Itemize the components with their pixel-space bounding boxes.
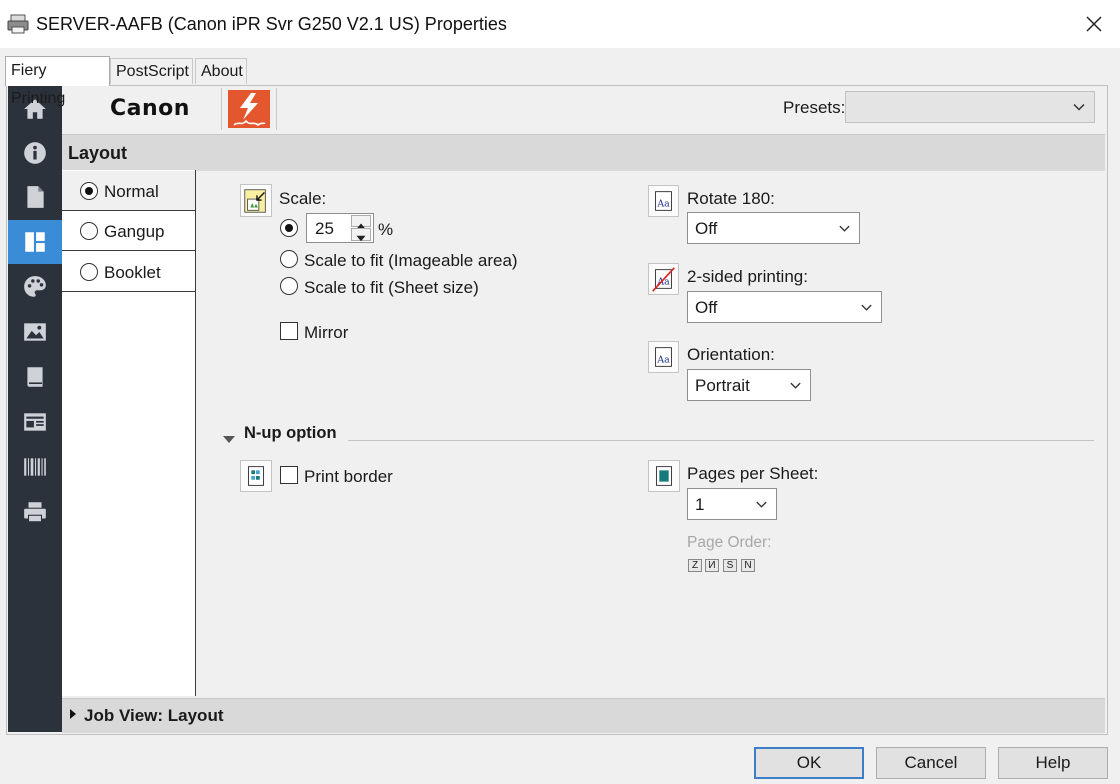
chevron-down-icon	[839, 225, 850, 232]
printer-icon	[24, 502, 46, 523]
mode-label: Gangup	[104, 222, 165, 241]
tab-postscript[interactable]: PostScript	[110, 58, 193, 84]
scale-icon	[240, 184, 272, 217]
mirror-label: Mirror	[304, 323, 349, 342]
print-border-checkbox[interactable]	[280, 466, 298, 484]
duplex-value: Off	[695, 298, 718, 317]
scale-fit-sheet-label: Scale to fit (Sheet size)	[304, 278, 479, 297]
page-order-z-icon[interactable]: Z	[688, 559, 702, 572]
job-view-label: Job View: Layout	[84, 706, 224, 725]
expand-triangle-icon[interactable]	[70, 709, 76, 719]
mirror-checkbox[interactable]	[280, 322, 298, 340]
divider	[221, 88, 222, 130]
divider	[276, 88, 277, 130]
page-order-n-reverse-icon[interactable]: N	[741, 559, 755, 572]
cancel-button[interactable]: Cancel	[876, 747, 986, 779]
collapse-triangle-icon[interactable]	[222, 429, 236, 443]
section-header	[62, 134, 1105, 171]
sidebar-item-document[interactable]	[8, 175, 62, 219]
mode-label: Normal	[104, 182, 159, 201]
help-button[interactable]: Help	[998, 747, 1108, 779]
info-icon	[24, 142, 46, 164]
window-title: SERVER-AAFB (Canon iPR Svr G250 V2.1 US)…	[36, 14, 507, 34]
page-order-label: Page Order:	[687, 534, 772, 551]
triangle-down-icon	[356, 235, 366, 242]
booklet-radio[interactable]	[80, 263, 98, 281]
document-icon	[27, 186, 44, 208]
scale-value: 25	[315, 219, 334, 238]
section-title: Layout	[68, 143, 128, 163]
pages-per-sheet-label: Pages per Sheet:	[687, 464, 819, 483]
close-icon	[1086, 16, 1102, 32]
pages-per-sheet-dropdown[interactable]: 1	[687, 488, 777, 520]
svg-text:Aa: Aa	[656, 199, 670, 210]
chevron-down-icon	[1073, 103, 1085, 111]
fiery-logo-icon	[226, 88, 272, 130]
scale-label: Scale:	[279, 189, 327, 208]
sidebar-item-printer[interactable]	[8, 490, 62, 534]
image-icon	[24, 323, 46, 341]
rotate-dropdown[interactable]: Off	[687, 212, 860, 244]
sidebar-item-layout[interactable]	[8, 220, 62, 264]
pages-per-sheet-icon	[648, 460, 680, 492]
sidebar-item-image[interactable]	[8, 310, 62, 354]
tab-about[interactable]: About	[195, 58, 247, 84]
brand-logo: Canon	[110, 96, 190, 121]
layout-icon	[25, 232, 45, 252]
orientation-value: Portrait	[695, 376, 750, 395]
normal-radio[interactable]	[80, 182, 98, 200]
printer-icon	[6, 12, 30, 36]
sidebar-item-stamp[interactable]	[8, 400, 62, 444]
duplex-label: 2-sided printing:	[687, 267, 808, 286]
page-order-n-icon[interactable]: И	[705, 559, 719, 572]
svg-text:Aa: Aa	[656, 355, 670, 366]
scale-percent-radio[interactable]	[280, 219, 298, 237]
mode-label: Booklet	[104, 263, 161, 282]
duplex-dropdown[interactable]: Off	[687, 291, 882, 323]
rotate-value: Off	[695, 219, 718, 238]
close-button[interactable]	[1078, 8, 1110, 40]
scale-unit: %	[378, 220, 394, 239]
book-icon	[27, 367, 43, 387]
print-border-icon	[240, 460, 272, 492]
color-palette-icon	[24, 276, 46, 297]
scale-spin-up[interactable]	[351, 215, 371, 229]
mode-item-normal[interactable]: Normal	[62, 171, 195, 211]
mode-item-gangup[interactable]: Gangup	[62, 211, 195, 251]
scale-fit-imageable-radio[interactable]	[280, 250, 298, 268]
presets-dropdown[interactable]	[845, 91, 1095, 123]
orientation-icon: Aa	[648, 341, 679, 373]
barcode-icon	[24, 458, 46, 476]
orientation-dropdown[interactable]: Portrait	[687, 369, 811, 401]
sidebar-item-barcode[interactable]	[8, 445, 62, 489]
pages-per-sheet-value: 1	[695, 495, 705, 514]
divider	[348, 440, 1094, 441]
chevron-down-icon	[790, 382, 801, 389]
chevron-down-icon	[756, 501, 767, 508]
nup-section-title: N-up option	[244, 424, 337, 442]
stamp-icon	[24, 413, 46, 431]
chevron-down-icon	[861, 304, 872, 311]
scale-spin-down[interactable]	[351, 228, 371, 242]
sidebar-item-book[interactable]	[8, 355, 62, 399]
print-border-label: Print border	[304, 467, 393, 486]
scale-fit-imageable-label: Scale to fit (Imageable area)	[304, 251, 518, 270]
duplex-icon: Aa	[648, 263, 679, 295]
ok-button[interactable]: OK	[754, 747, 864, 779]
sidebar	[8, 86, 62, 732]
gangup-radio[interactable]	[80, 222, 98, 240]
orientation-label: Orientation:	[687, 345, 775, 364]
presets-label: Presets:	[783, 98, 846, 117]
rotate-label: Rotate 180:	[687, 189, 775, 208]
scale-fit-sheet-radio[interactable]	[280, 277, 298, 295]
sidebar-item-info[interactable]	[8, 131, 62, 175]
sidebar-item-color[interactable]	[8, 265, 62, 309]
rotate-icon: Aa	[648, 185, 679, 217]
tab-fiery-printing[interactable]: Fiery Printing	[5, 56, 110, 107]
mode-item-booklet[interactable]: Booklet	[62, 252, 195, 292]
page-order-s-icon[interactable]: S	[723, 559, 737, 572]
